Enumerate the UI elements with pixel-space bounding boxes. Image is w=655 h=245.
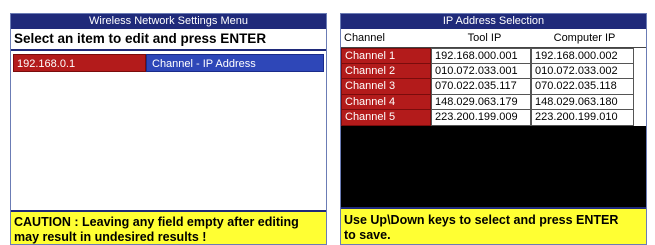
computer-ip-field[interactable]: 192.168.000.002 — [531, 48, 634, 64]
table-empty-area — [341, 126, 646, 207]
channel-cell[interactable]: Channel 1 — [341, 48, 431, 64]
caution-banner: CAUTION : Leaving any field empty after … — [11, 210, 326, 244]
computer-ip-field[interactable]: 148.029.063.180 — [531, 94, 634, 110]
computer-ip-field[interactable]: 070.022.035.118 — [531, 79, 634, 95]
menu-item-value[interactable]: 192.168.0.1 — [13, 54, 146, 72]
menu-empty-area — [13, 72, 324, 217]
table-row[interactable]: Channel 5 223.200.199.009 223.200.199.01… — [341, 110, 646, 126]
channel-cell[interactable]: Channel 5 — [341, 110, 431, 126]
computer-ip-field[interactable]: 223.200.199.010 — [531, 110, 634, 126]
column-header-channel: Channel — [344, 32, 385, 44]
wireless-settings-menu-panel: Wireless Network Settings Menu Select an… — [10, 13, 327, 245]
table-row[interactable]: Channel 2 010.072.033.001 010.072.033.00… — [341, 63, 646, 79]
table-header: Channel Tool IP Computer IP — [341, 29, 646, 48]
help-banner: Use Up\Down keys to select and press ENT… — [341, 207, 646, 244]
ip-table: Channel 1 192.168.000.001 192.168.000.00… — [341, 48, 646, 126]
computer-ip-field[interactable]: 010.072.033.002 — [531, 63, 634, 79]
tool-ip-field[interactable]: 192.168.000.001 — [431, 48, 531, 64]
menu-item-label[interactable]: Channel - IP Address — [146, 54, 324, 72]
column-header-computer-ip: Computer IP — [553, 32, 616, 44]
table-row[interactable]: Channel 3 070.022.035.117 070.022.035.11… — [341, 79, 646, 95]
help-line-2: to save. — [344, 228, 391, 242]
caution-line-1: CAUTION : Leaving any field empty after … — [14, 215, 299, 229]
table-row[interactable]: Channel 1 192.168.000.001 192.168.000.00… — [341, 48, 646, 64]
column-header-tool-ip: Tool IP — [467, 32, 502, 44]
panel-title: IP Address Selection — [341, 14, 646, 29]
tool-ip-field[interactable]: 148.029.063.179 — [431, 94, 531, 110]
help-line-1: Use Up\Down keys to select and press ENT… — [344, 213, 619, 227]
channel-cell[interactable]: Channel 4 — [341, 94, 431, 110]
caution-line-2: may result in undesired results ! — [14, 230, 207, 244]
panel-title: Wireless Network Settings Menu — [11, 14, 326, 29]
menu-item-channel-ip[interactable]: 192.168.0.1 Channel - IP Address — [13, 54, 324, 72]
table-row[interactable]: Channel 4 148.029.063.179 148.029.063.18… — [341, 94, 646, 110]
channel-cell[interactable]: Channel 2 — [341, 63, 431, 79]
ip-address-selection-panel: IP Address Selection Channel Tool IP Com… — [340, 13, 647, 245]
tool-ip-field[interactable]: 223.200.199.009 — [431, 110, 531, 126]
tool-ip-field[interactable]: 010.072.033.001 — [431, 63, 531, 79]
tool-ip-field[interactable]: 070.022.035.117 — [431, 79, 531, 95]
instruction-text: Select an item to edit and press ENTER — [11, 29, 326, 51]
channel-cell[interactable]: Channel 3 — [341, 79, 431, 95]
